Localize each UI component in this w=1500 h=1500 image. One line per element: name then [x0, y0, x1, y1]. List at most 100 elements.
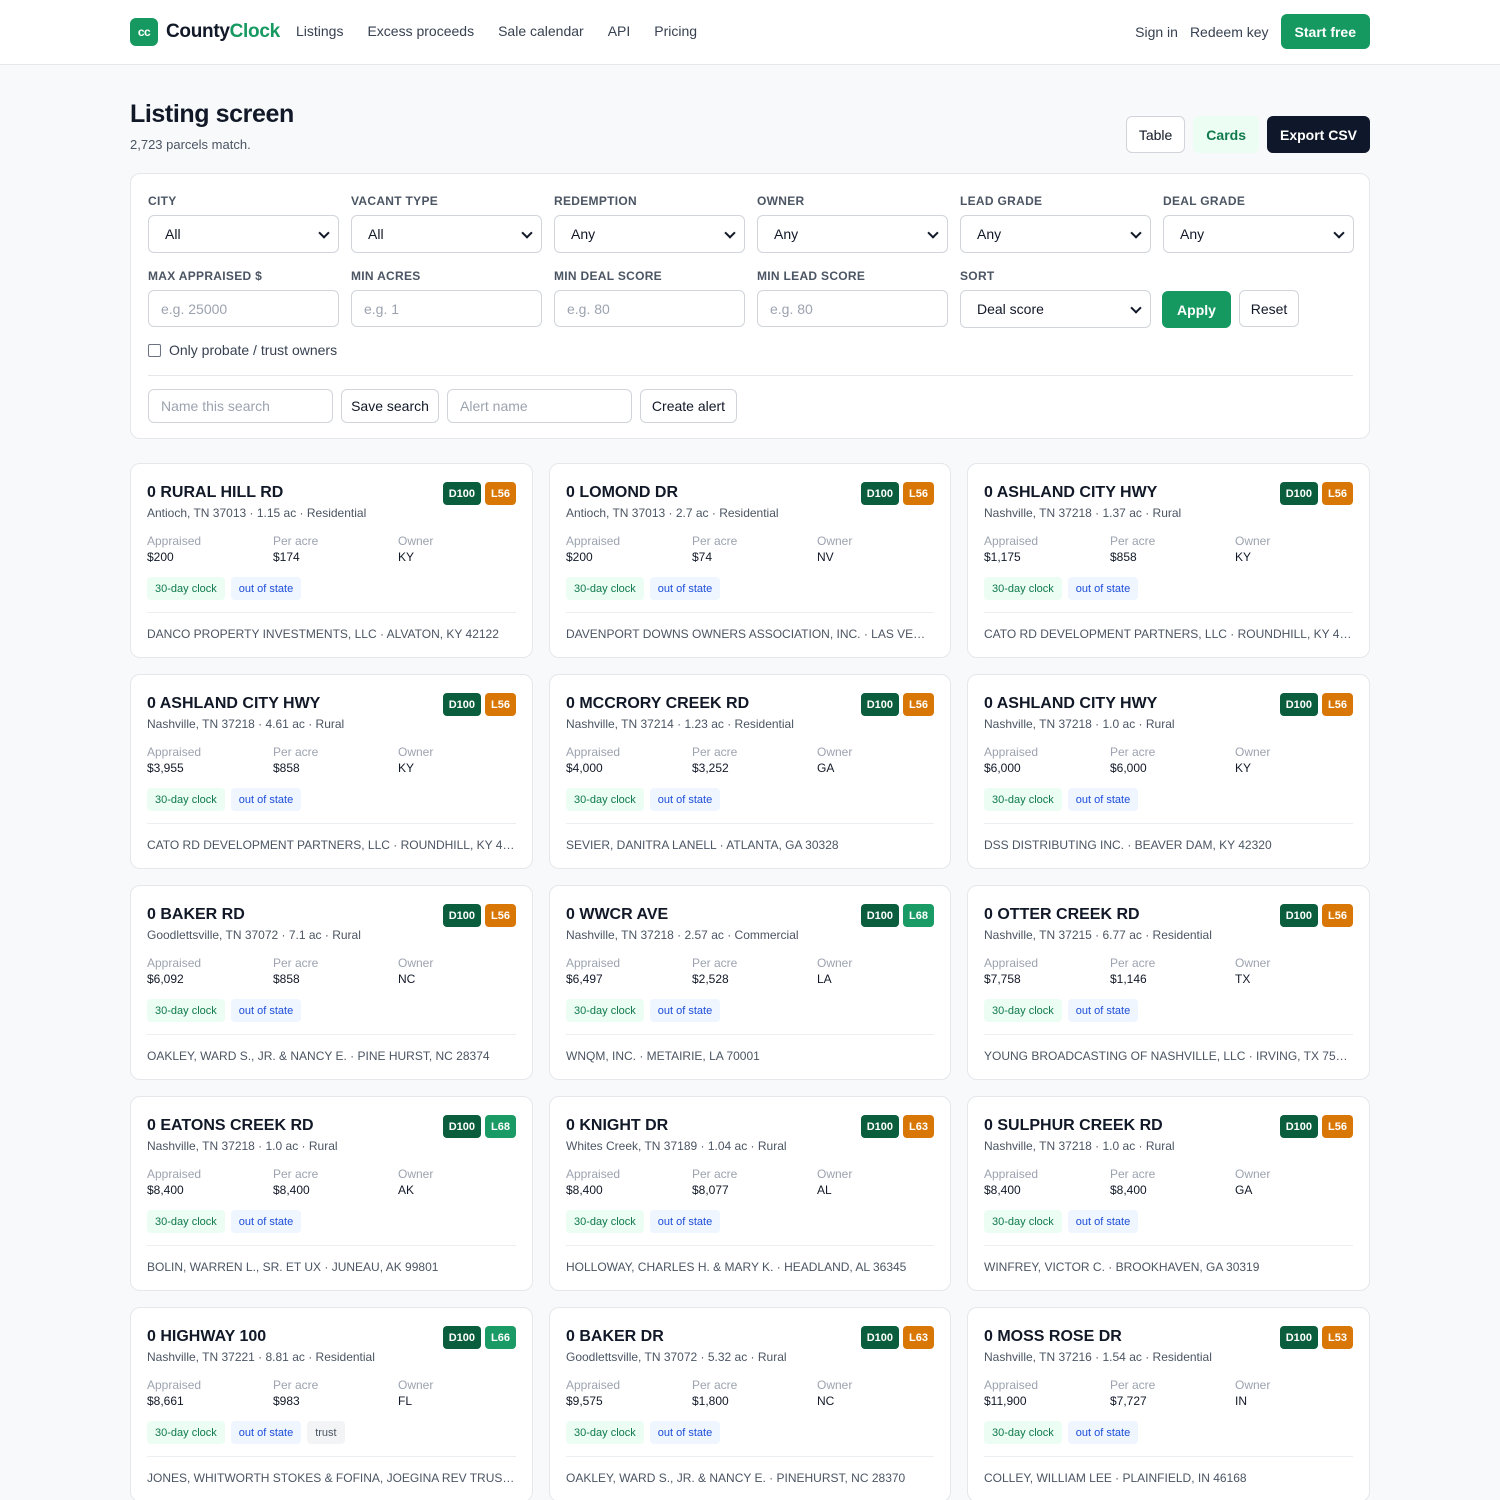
nav-api[interactable]: API: [608, 23, 631, 39]
vacant-type-select[interactable]: All: [351, 215, 542, 253]
lead-score-badge: L56: [903, 693, 934, 716]
brand-name: CountyClock: [166, 21, 280, 42]
lead-score-badge: L56: [485, 482, 516, 505]
card-address[interactable]: 0 LOMOND DR: [566, 484, 678, 502]
card-tags: 30-day clock out of state: [147, 1210, 302, 1233]
alert-name-input[interactable]: Alert name: [447, 389, 632, 423]
tag: out of state: [649, 1421, 721, 1444]
cards-view-button[interactable]: Cards: [1193, 116, 1259, 153]
card-address[interactable]: 0 ASHLAND CITY HWY: [984, 484, 1157, 502]
card-owner: DSS DISTRIBUTING INC. · BEAVER DAM, KY 4…: [984, 838, 1272, 852]
export-csv-button[interactable]: Export CSV: [1266, 116, 1370, 153]
chevron-down-icon: [927, 227, 939, 239]
nav-excess-proceeds[interactable]: Excess proceeds: [367, 23, 474, 39]
lead-score-badge: L63: [903, 1326, 934, 1349]
listing-card[interactable]: 0 LOMOND DR Antioch, TN 37013 · 2.7 ac ·…: [549, 463, 951, 658]
listing-card[interactable]: 0 ASHLAND CITY HWY Nashville, TN 37218 ·…: [130, 674, 533, 869]
card-divider: [984, 1245, 1353, 1246]
redeem-key-link[interactable]: Redeem key: [1190, 24, 1269, 40]
score-badges: D100 L53: [1279, 1326, 1353, 1349]
card-address[interactable]: 0 KNIGHT DR: [566, 1117, 668, 1135]
per-acre-value: $8,400: [273, 1183, 310, 1197]
card-address[interactable]: 0 WWCR AVE: [566, 906, 668, 924]
appraised-value: $4,000: [566, 761, 603, 775]
card-address[interactable]: 0 BAKER RD: [147, 906, 245, 924]
listing-card[interactable]: 0 OTTER CREEK RD Nashville, TN 37215 · 6…: [967, 885, 1370, 1080]
lead-score-badge: L66: [485, 1326, 516, 1349]
create-alert-button[interactable]: Create alert: [640, 389, 737, 423]
card-address[interactable]: 0 MCCRORY CREEK RD: [566, 695, 749, 713]
appraised-stat: Appraised $3,955: [147, 745, 202, 775]
owner-select[interactable]: Any: [757, 215, 948, 253]
chevron-down-icon: [318, 227, 330, 239]
listing-card[interactable]: 0 MCCRORY CREEK RD Nashville, TN 37214 ·…: [549, 674, 951, 869]
appraised-stat: Appraised $8,400: [984, 1167, 1039, 1197]
card-tags: 30-day clock out of state: [566, 788, 721, 811]
card-address[interactable]: 0 HIGHWAY 100: [147, 1328, 266, 1346]
probate-label: Only probate / trust owners: [169, 342, 338, 358]
per-acre-value: $8,400: [1110, 1183, 1147, 1197]
listing-card[interactable]: 0 KNIGHT DR Whites Creek, TN 37189 · 1.0…: [549, 1096, 951, 1291]
card-address[interactable]: 0 MOSS ROSE DR: [984, 1328, 1122, 1346]
tag: 30-day clock: [566, 999, 644, 1022]
card-divider: [984, 1456, 1353, 1457]
listing-card[interactable]: 0 ASHLAND CITY HWY Nashville, TN 37218 ·…: [967, 674, 1370, 869]
top-navigation-bar: cc CountyClock Listings Excess proceeds …: [0, 0, 1500, 65]
card-address[interactable]: 0 OTTER CREEK RD: [984, 906, 1140, 924]
listing-card[interactable]: 0 BAKER RD Goodlettsville, TN 37072 · 7.…: [130, 885, 533, 1080]
nav-pricing[interactable]: Pricing: [654, 23, 697, 39]
card-divider: [984, 823, 1353, 824]
reset-button[interactable]: Reset: [1239, 290, 1299, 327]
per-acre-stat: Per acre $1,146: [1110, 956, 1156, 986]
listing-card[interactable]: 0 SULPHUR CREEK RD Nashville, TN 37218 ·…: [967, 1096, 1370, 1291]
tag: out of state: [1067, 999, 1139, 1022]
listing-card[interactable]: 0 MOSS ROSE DR Nashville, TN 37216 · 1.5…: [967, 1307, 1370, 1500]
card-tags: 30-day clock out of state: [566, 1210, 721, 1233]
start-free-button[interactable]: Start free: [1280, 14, 1370, 49]
city-select[interactable]: All: [148, 215, 339, 253]
nav-listings[interactable]: Listings: [296, 23, 343, 39]
card-address[interactable]: 0 EATONS CREEK RD: [147, 1117, 314, 1135]
lead-grade-select[interactable]: Any: [960, 215, 1151, 253]
listing-card[interactable]: 0 WWCR AVE Nashville, TN 37218 · 2.57 ac…: [549, 885, 951, 1080]
save-search-button[interactable]: Save search: [341, 389, 439, 423]
redemption-select[interactable]: Any: [554, 215, 745, 253]
nav-sale-calendar[interactable]: Sale calendar: [498, 23, 584, 39]
per-acre-value: $858: [273, 761, 300, 775]
listing-card[interactable]: 0 HIGHWAY 100 Nashville, TN 37221 · 8.81…: [130, 1307, 533, 1500]
listing-card[interactable]: 0 RURAL HILL RD Antioch, TN 37013 · 1.15…: [130, 463, 533, 658]
appraised-value: $11,900: [984, 1394, 1027, 1408]
min-acres-input[interactable]: e.g. 1: [351, 290, 542, 327]
listing-card[interactable]: 0 ASHLAND CITY HWY Nashville, TN 37218 ·…: [967, 463, 1370, 658]
deal-score-badge: D100: [1279, 1115, 1319, 1138]
min-lead-score-input[interactable]: e.g. 80: [757, 290, 948, 327]
card-location: Nashville, TN 37218 · 1.0 ac · Rural: [147, 1139, 338, 1153]
appraised-value: $200: [566, 550, 593, 564]
tag: 30-day clock: [147, 999, 225, 1022]
sort-select[interactable]: Deal score: [960, 290, 1151, 328]
probate-filter[interactable]: Only probate / trust owners: [148, 342, 337, 358]
card-address[interactable]: 0 RURAL HILL RD: [147, 484, 283, 502]
search-name-input[interactable]: Name this search: [148, 389, 333, 423]
deal-score-badge: D100: [1279, 693, 1319, 716]
max-appraised-input[interactable]: e.g. 25000: [148, 290, 339, 327]
card-address[interactable]: 0 ASHLAND CITY HWY: [147, 695, 320, 713]
apply-button[interactable]: Apply: [1162, 291, 1231, 328]
per-acre-value: $858: [1110, 550, 1137, 564]
sign-in-link[interactable]: Sign in: [1135, 24, 1178, 40]
listing-card[interactable]: 0 BAKER DR Goodlettsville, TN 37072 · 5.…: [549, 1307, 951, 1500]
deal-grade-select[interactable]: Any: [1163, 215, 1354, 253]
probate-checkbox[interactable]: [148, 343, 161, 357]
logo-mark-icon: cc: [130, 18, 158, 46]
owner-state-stat: Owner KY: [398, 534, 434, 564]
brand-logo[interactable]: cc CountyClock: [130, 18, 280, 46]
card-owner: CATO RD DEVELOPMENT PARTNERS, LLC · ROUN…: [147, 838, 516, 852]
min-deal-score-input[interactable]: e.g. 80: [554, 290, 745, 327]
card-address[interactable]: 0 ASHLAND CITY HWY: [984, 695, 1157, 713]
card-divider: [566, 1245, 934, 1246]
table-view-button[interactable]: Table: [1125, 116, 1186, 153]
card-address[interactable]: 0 BAKER DR: [566, 1328, 664, 1346]
lead-score-badge: L56: [1322, 1115, 1353, 1138]
listing-card[interactable]: 0 EATONS CREEK RD Nashville, TN 37218 · …: [130, 1096, 533, 1291]
card-address[interactable]: 0 SULPHUR CREEK RD: [984, 1117, 1163, 1135]
